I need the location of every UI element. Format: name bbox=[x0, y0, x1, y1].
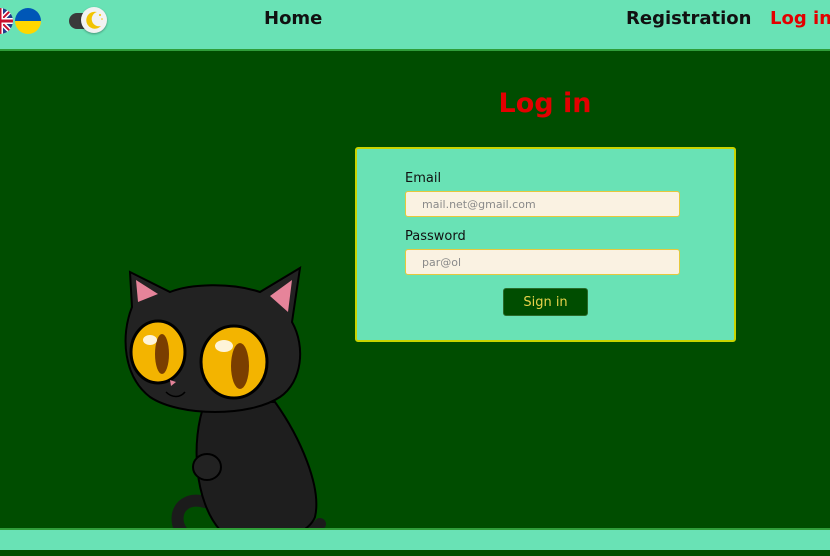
password-field[interactable] bbox=[405, 249, 680, 275]
footer-bar bbox=[0, 528, 830, 550]
nav-home-link[interactable]: Home bbox=[264, 8, 322, 29]
theme-toggle[interactable] bbox=[69, 7, 109, 33]
moon-icon bbox=[81, 7, 107, 33]
login-form-card: Email Password Sign in bbox=[355, 147, 736, 342]
nav-login-link[interactable]: Log in bbox=[770, 8, 830, 29]
email-label: Email bbox=[405, 171, 442, 186]
uk-flag-icon[interactable] bbox=[0, 8, 13, 34]
page-title: Log in bbox=[498, 88, 592, 119]
header-bar: Home Registration Log in bbox=[0, 0, 830, 51]
nav-registration-link[interactable]: Registration bbox=[626, 8, 751, 29]
email-field[interactable] bbox=[405, 191, 680, 217]
ukraine-flag-icon[interactable] bbox=[15, 8, 41, 34]
password-label: Password bbox=[405, 229, 466, 244]
sign-in-button[interactable]: Sign in bbox=[503, 288, 588, 316]
cat-illustration bbox=[110, 262, 340, 552]
